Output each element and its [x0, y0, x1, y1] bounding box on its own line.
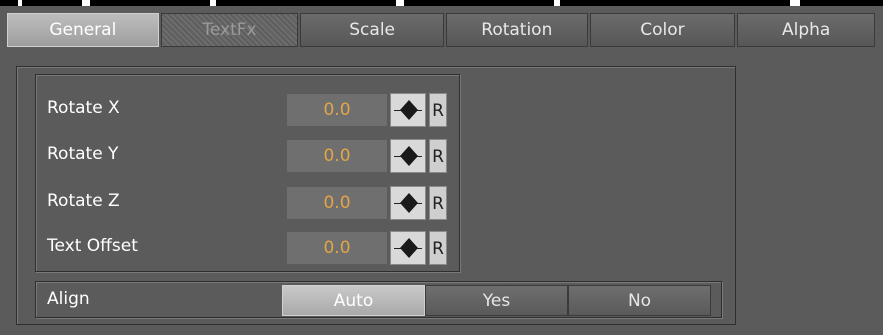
top-cropped-strip [0, 0, 883, 6]
rotation-fields-group: Rotate X 0.0 R Rotate Y 0.0 R Rotate Z 0… [35, 74, 460, 272]
align-option-no[interactable]: No [568, 285, 711, 316]
rotate-y-row: Rotate Y 0.0 R [36, 137, 459, 173]
rotate-x-field[interactable]: 0.0 [287, 93, 387, 126]
rotation-panel: Rotate X 0.0 R Rotate Y 0.0 R Rotate Z 0… [16, 66, 736, 325]
spinner-up-icon[interactable] [396, 233, 422, 248]
spinner-up-icon[interactable] [396, 95, 422, 110]
spinner-down-icon[interactable] [396, 110, 422, 125]
align-option-auto[interactable]: Auto [282, 285, 425, 316]
rotate-x-row: Rotate X 0.0 R [36, 91, 459, 127]
rotate-z-label: Rotate Z [47, 191, 120, 211]
text-offset-label: Text Offset [47, 236, 138, 256]
tab-bar: General TextFx Scale Rotation Color Alph… [7, 13, 875, 49]
rotate-x-reset-button[interactable]: R [429, 93, 447, 127]
spinner-down-icon[interactable] [396, 203, 422, 218]
align-option-yes[interactable]: Yes [425, 285, 568, 316]
align-segmented-control: Auto Yes No [282, 285, 711, 316]
rotate-y-field[interactable]: 0.0 [287, 139, 387, 172]
text-offset-field[interactable]: 0.0 [287, 231, 387, 264]
align-row: Align Auto Yes No [35, 281, 722, 318]
rotate-y-reset-button[interactable]: R [429, 139, 447, 173]
rotate-z-field[interactable]: 0.0 [287, 186, 387, 219]
tab-color[interactable]: Color [589, 13, 736, 47]
spinner-down-icon[interactable] [396, 156, 422, 171]
rotate-y-spinner[interactable] [390, 139, 426, 173]
tab-scale[interactable]: Scale [300, 13, 444, 47]
tab-general[interactable]: General [7, 13, 159, 47]
spinner-down-icon[interactable] [396, 248, 422, 263]
align-label: Align [47, 289, 90, 309]
tab-alpha[interactable]: Alpha [737, 13, 875, 47]
tab-textfx: TextFx [160, 13, 299, 47]
tab-rotation[interactable]: Rotation [445, 13, 588, 47]
rotate-x-label: Rotate X [47, 98, 120, 118]
rotate-z-spinner[interactable] [390, 186, 426, 220]
spinner-up-icon[interactable] [396, 141, 422, 156]
spinner-up-icon[interactable] [396, 188, 422, 203]
text-offset-reset-button[interactable]: R [429, 231, 447, 265]
rotate-z-row: Rotate Z 0.0 R [36, 184, 459, 220]
text-offset-spinner[interactable] [390, 231, 426, 265]
text-offset-row: Text Offset 0.0 R [36, 229, 459, 265]
rotate-y-label: Rotate Y [47, 144, 119, 164]
rotate-z-reset-button[interactable]: R [429, 186, 447, 220]
rotate-x-spinner[interactable] [390, 93, 426, 127]
